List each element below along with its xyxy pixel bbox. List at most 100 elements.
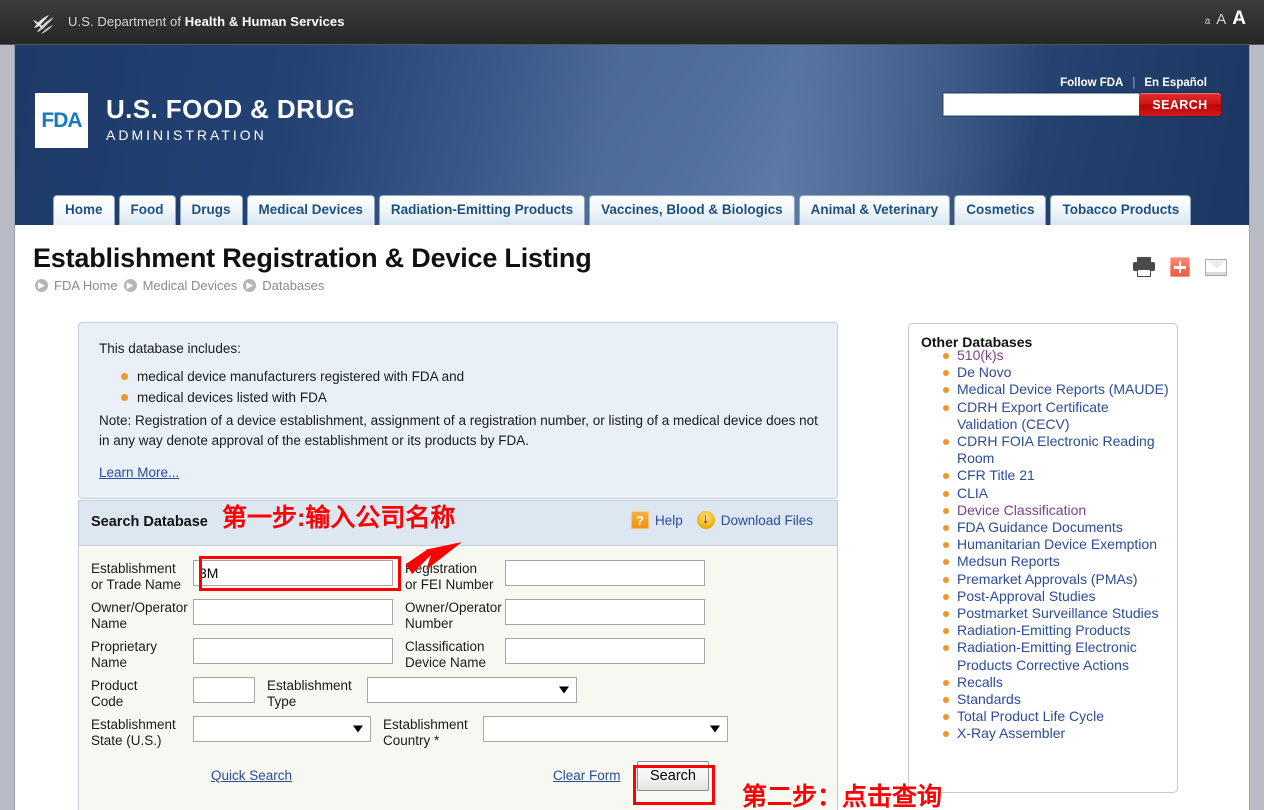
- help-icon[interactable]: ?: [631, 511, 649, 529]
- other-db-link-total-product-life-cycle[interactable]: Total Product Life Cycle: [957, 708, 1104, 724]
- list-item: Medical Device Reports (MAUDE): [943, 381, 1169, 398]
- list-item: CDRH FOIA Electronic Reading Room: [943, 433, 1169, 467]
- field-establishment-type: Establishment Type: [255, 677, 577, 711]
- field-label-line1: Classification: [405, 639, 505, 655]
- list-item: Post-Approval Studies: [943, 588, 1169, 605]
- field-establishment-state: Establishment State (U.S.): [79, 716, 371, 750]
- nav-tab-medical-devices[interactable]: Medical Devices: [247, 195, 375, 225]
- list-item: De Novo: [943, 364, 1169, 381]
- other-db-link-radiation-corrective-actions[interactable]: Radiation-Emitting Electronic Products C…: [957, 639, 1137, 672]
- print-icon[interactable]: [1133, 257, 1155, 277]
- chevron-down-icon: [710, 726, 720, 733]
- form-row: Establishment State (U.S.) Establishment…: [79, 716, 837, 755]
- help-link[interactable]: Help: [655, 513, 683, 528]
- field-label-line2: or Trade Name: [91, 577, 193, 593]
- other-db-link-cecv[interactable]: CDRH Export Certificate Validation (CECV…: [957, 399, 1109, 432]
- other-db-link-device-classification[interactable]: Device Classification: [957, 502, 1086, 518]
- field-label-line2: Device Name: [405, 655, 505, 671]
- nav-tab-home[interactable]: Home: [53, 195, 115, 225]
- other-db-link-x-ray-assembler[interactable]: X-Ray Assembler: [957, 725, 1065, 741]
- site-search: SEARCH: [943, 93, 1221, 116]
- other-db-link-medsun-reports[interactable]: Medsun Reports: [957, 553, 1060, 569]
- field-owner-operator-number: Owner/Operator Number: [393, 599, 705, 633]
- nav-tab-drugs[interactable]: Drugs: [180, 195, 243, 225]
- other-db-link-510ks[interactable]: 510(k)s: [957, 347, 1004, 363]
- owner-operator-number-input[interactable]: [505, 599, 705, 625]
- other-db-link-post-approval-studies[interactable]: Post-Approval Studies: [957, 588, 1096, 604]
- browser-page: U.S. Department of Health & Human Servic…: [0, 0, 1264, 810]
- hhs-title-bold: Health & Human Services: [185, 14, 345, 29]
- establishment-name-input[interactable]: [193, 560, 393, 586]
- proprietary-name-input[interactable]: [193, 638, 393, 664]
- nav-tab-food[interactable]: Food: [119, 195, 176, 225]
- field-label: Establishment Type: [267, 677, 367, 711]
- nav-tab-vaccines-blood-biologics[interactable]: Vaccines, Blood & Biologics: [589, 195, 795, 225]
- download-icon[interactable]: [697, 511, 715, 529]
- field-label: Establishment State (U.S.): [91, 716, 193, 750]
- breadcrumb-item-fda-home[interactable]: FDA Home: [54, 278, 118, 293]
- list-item: Total Product Life Cycle: [943, 708, 1169, 725]
- font-size-large-button[interactable]: A: [1232, 8, 1246, 30]
- fda-logo[interactable]: FDA U.S. FOOD & DRUG ADMINISTRATION: [35, 93, 355, 148]
- registration-number-input[interactable]: [505, 560, 705, 586]
- other-db-link-de-novo[interactable]: De Novo: [957, 364, 1011, 380]
- classification-device-name-input[interactable]: [505, 638, 705, 664]
- nav-tab-animal-veterinary[interactable]: Animal & Veterinary: [799, 195, 951, 225]
- follow-fda-link[interactable]: Follow FDA: [1060, 77, 1123, 89]
- other-db-link-cfr-title-21[interactable]: CFR Title 21: [957, 467, 1035, 483]
- font-size-small-button[interactable]: a: [1205, 16, 1211, 27]
- breadcrumb: ▶ FDA Home ▶ Medical Devices ▶ Databases: [35, 278, 324, 293]
- other-db-link-foia-reading-room[interactable]: CDRH FOIA Electronic Reading Room: [957, 433, 1155, 466]
- owner-operator-name-input[interactable]: [193, 599, 393, 625]
- info-intro: This database includes:: [99, 339, 819, 358]
- fda-logo-mark: FDA: [35, 93, 88, 148]
- field-label-line2: Country *: [383, 733, 483, 749]
- clear-form-link[interactable]: Clear Form: [553, 768, 621, 783]
- share-icon[interactable]: [1170, 257, 1190, 277]
- nav-tab-tobacco-products[interactable]: Tobacco Products: [1050, 195, 1191, 225]
- site-search-input[interactable]: [943, 93, 1139, 116]
- field-label-line1: Owner/Operator: [91, 600, 193, 616]
- page-title: Establishment Registration & Device List…: [33, 243, 592, 274]
- fda-wordmark-line2: ADMINISTRATION: [106, 127, 355, 143]
- annotation-step2-text: 第二步：点击查询: [742, 777, 942, 810]
- page-tool-icons: [1133, 257, 1227, 277]
- fda-logo-letters: FDA: [41, 109, 81, 133]
- other-db-link-maude[interactable]: Medical Device Reports (MAUDE): [957, 381, 1169, 397]
- field-establishment-country: Establishment Country *: [371, 716, 728, 750]
- list-item: X-Ray Assembler: [943, 725, 1169, 742]
- search-panel-tools: ? Help Download Files: [631, 511, 821, 529]
- other-db-link-postmarket-surveillance-studies[interactable]: Postmarket Surveillance Studies: [957, 605, 1159, 621]
- fda-wordmark-line1: U.S. FOOD & DRUG: [106, 96, 355, 123]
- other-db-link-guidance-documents[interactable]: FDA Guidance Documents: [957, 519, 1123, 535]
- breadcrumb-item-medical-devices[interactable]: Medical Devices: [143, 278, 238, 293]
- other-db-link-standards[interactable]: Standards: [957, 691, 1021, 707]
- other-db-link-humanitarian-device-exemption[interactable]: Humanitarian Device Exemption: [957, 536, 1157, 552]
- list-item: CDRH Export Certificate Validation (CECV…: [943, 399, 1169, 433]
- other-db-link-radiation-emitting-products[interactable]: Radiation-Emitting Products: [957, 622, 1131, 638]
- breadcrumb-item-databases[interactable]: Databases: [262, 278, 324, 293]
- email-icon[interactable]: [1205, 259, 1227, 276]
- info-bullet-list: medical device manufacturers registered …: [121, 367, 819, 407]
- site-search-button[interactable]: SEARCH: [1139, 93, 1221, 116]
- quick-search-link[interactable]: Quick Search: [211, 768, 292, 783]
- other-db-link-pmas[interactable]: Premarket Approvals (PMAs): [957, 571, 1138, 587]
- nav-tab-cosmetics[interactable]: Cosmetics: [954, 195, 1046, 225]
- font-size-medium-button[interactable]: A: [1216, 11, 1226, 28]
- info-note: Note: Registration of a device establish…: [99, 411, 819, 449]
- establishment-type-select[interactable]: [367, 677, 577, 703]
- establishment-state-select[interactable]: [193, 716, 371, 742]
- field-label-line1: Establishment: [383, 717, 483, 733]
- info-bullet-item: medical devices listed with FDA: [121, 388, 819, 407]
- other-db-link-clia[interactable]: CLIA: [957, 485, 988, 501]
- download-files-link[interactable]: Download Files: [721, 513, 813, 528]
- product-code-input[interactable]: [193, 677, 255, 703]
- field-label-line1: Establishment: [267, 678, 367, 694]
- en-espanol-link[interactable]: En Español: [1144, 77, 1207, 89]
- nav-tab-radiation-emitting-products[interactable]: Radiation-Emitting Products: [379, 195, 585, 225]
- field-label: Owner/Operator Number: [405, 599, 505, 633]
- other-db-link-recalls[interactable]: Recalls: [957, 674, 1003, 690]
- search-button[interactable]: Search: [637, 761, 709, 791]
- establishment-country-select[interactable]: [483, 716, 728, 742]
- learn-more-link[interactable]: Learn More...: [99, 463, 179, 482]
